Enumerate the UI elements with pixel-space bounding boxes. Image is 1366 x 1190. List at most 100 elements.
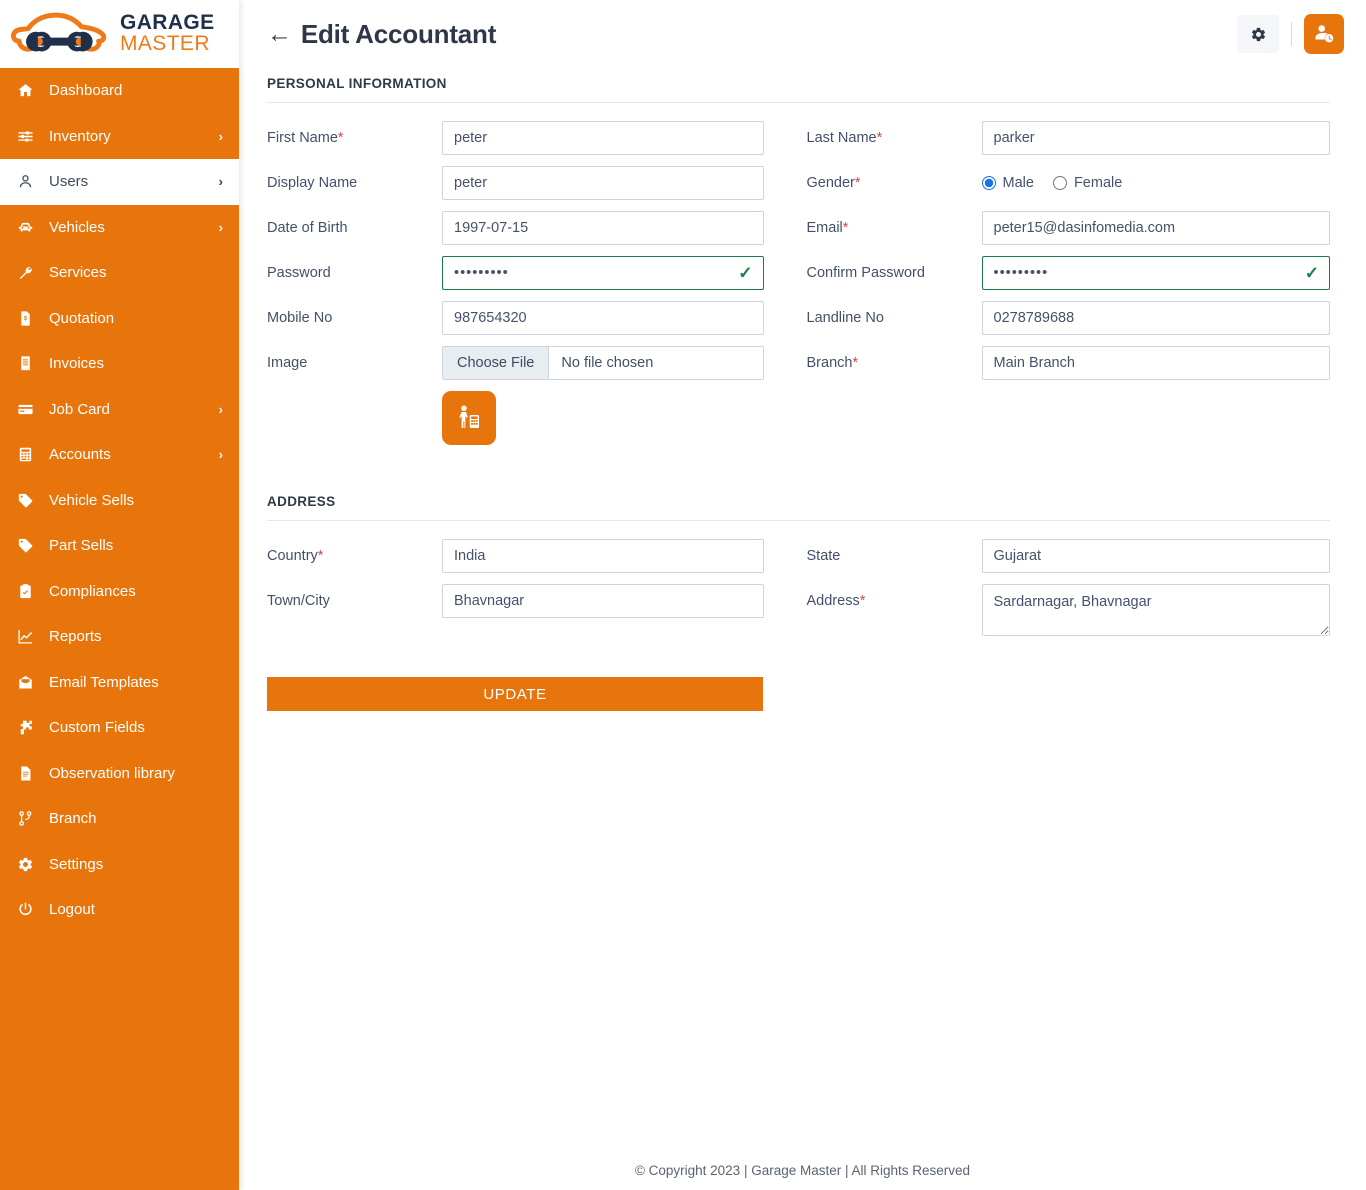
label-text: Confirm Password [807,265,925,281]
chevron-right-icon: › [219,447,223,462]
sidebar-item-job-card[interactable]: Job Card› [0,387,239,433]
brand-wordmark: GARAGE MASTER [120,12,215,56]
sidebar-item-services[interactable]: Services [0,250,239,296]
file-icon [17,765,43,782]
label-first-name: First Name* [267,121,442,147]
sidebar-item-label: Vehicle Sells [49,492,223,509]
back-arrow-icon[interactable]: ← [267,22,292,47]
date-of-birth-input[interactable] [442,211,764,245]
update-button[interactable]: UPDATE [267,677,763,711]
branch-input[interactable] [982,346,1331,380]
field-row-country: Country* [267,539,764,573]
sidebar-item-inventory[interactable]: Inventory› [0,114,239,160]
sidebar-item-custom-fields[interactable]: Custom Fields [0,705,239,751]
label-confirm-password: Confirm Password [807,256,982,282]
label-last-name: Last Name* [807,121,982,147]
password-valid-check-icon: ✓ [738,265,752,282]
required-mark: * [860,593,866,609]
country-input[interactable] [442,539,764,573]
label-text: Gender [807,175,855,191]
sidebar-item-quotation[interactable]: Quotation [0,296,239,342]
password-input[interactable] [442,256,764,290]
sidebar-item-label: Vehicles [49,219,219,236]
sidebar-item-users[interactable]: Users› [0,159,239,205]
puzzle-icon [17,719,43,736]
label-text: Town/City [267,593,330,609]
tag-icon [17,537,43,554]
field-row-date-of-birth: Date of Birth [267,211,764,245]
label-country: Country* [267,539,442,565]
sidebar-item-reports[interactable]: Reports [0,614,239,660]
sidebar-item-compliances[interactable]: Compliances [0,569,239,615]
confirm-password-input[interactable] [982,256,1331,290]
address-grid: Country* Town/City [267,521,1330,652]
field-row-password: Password ✓ [267,256,764,290]
chevron-right-icon: › [219,402,223,417]
sidebar-item-accounts[interactable]: Accounts› [0,432,239,478]
image-file-input[interactable]: Choose File No file chosen [442,346,764,380]
sidebar-item-vehicles[interactable]: Vehicles› [0,205,239,251]
required-mark: * [338,130,344,146]
sidebar-item-label: Job Card [49,401,219,418]
landline-no-input[interactable] [982,301,1331,335]
sidebar-nav: DashboardInventory›Users›Vehicles›Servic… [0,68,239,933]
current-image-thumbnail[interactable] [442,391,496,445]
brand-line-1: GARAGE [120,12,215,33]
sidebar-item-label: Logout [49,901,223,918]
sidebar-item-logout[interactable]: Logout [0,887,239,933]
state-input[interactable] [982,539,1331,573]
required-mark: * [852,355,858,371]
sidebar-item-invoices[interactable]: Invoices [0,341,239,387]
brand-logo[interactable]: GARAGE MASTER [0,0,239,68]
choose-file-button[interactable]: Choose File [443,347,549,379]
label-text: Country [267,548,318,564]
gender-radio-group: Male Female [982,166,1331,191]
page-title: ← Edit Accountant [267,19,496,50]
sidebar-item-vehicle-sells[interactable]: Vehicle Sells [0,478,239,524]
user-clock-icon [1313,23,1335,45]
sidebar-item-label: Branch [49,810,223,827]
sliders-icon [17,128,43,145]
label-text: Landline No [807,310,884,326]
field-row-mobile-no: Mobile No [267,301,764,335]
sidebar-item-label: Invoices [49,355,223,372]
sidebar-item-branch[interactable]: Branch [0,796,239,842]
label-text: Last Name [807,130,877,146]
sidebar-item-dashboard[interactable]: Dashboard [0,68,239,114]
label-text: Branch [807,355,853,371]
sidebar-item-observation-library[interactable]: Observation library [0,751,239,797]
sidebar-item-label: Accounts [49,446,219,463]
gender-radio-male[interactable] [982,176,996,190]
gender-radio-female[interactable] [1053,176,1067,190]
sidebar-item-settings[interactable]: Settings [0,842,239,888]
topbar-actions [1237,14,1344,54]
address-textarea[interactable]: Sardarnagar, Bhavnagar [982,584,1331,636]
accountant-avatar-icon [454,403,484,433]
sidebar-item-label: Email Templates [49,674,223,691]
address-left-column: Country* Town/City [267,539,799,652]
document-dollar-icon [17,310,43,327]
form-content: PERSONAL INFORMATION First Name* [239,68,1366,711]
sidebar-item-email-templates[interactable]: Email Templates [0,660,239,706]
label-mobile-no: Mobile No [267,301,442,327]
display-name-input[interactable] [442,166,764,200]
email-input[interactable] [982,211,1331,245]
gender-option-female[interactable]: Female [1053,175,1122,191]
profile-button[interactable] [1304,14,1344,54]
first-name-input[interactable] [442,121,764,155]
settings-button[interactable] [1237,15,1279,53]
sidebar-item-label: Quotation [49,310,223,327]
gender-label-male: Male [1003,175,1034,191]
field-row-state: State [807,539,1331,573]
gender-option-male[interactable]: Male [982,175,1034,191]
mobile-no-input[interactable] [442,301,764,335]
sidebar-item-part-sells[interactable]: Part Sells [0,523,239,569]
last-name-input[interactable] [982,121,1331,155]
label-landline-no: Landline No [807,301,982,327]
gender-label-female: Female [1074,175,1122,191]
section-title-address: ADDRESS [267,486,1330,520]
required-mark: * [318,548,324,564]
town-city-input[interactable] [442,584,764,618]
section-spacer [267,456,1330,486]
chevron-right-icon: › [219,174,223,189]
